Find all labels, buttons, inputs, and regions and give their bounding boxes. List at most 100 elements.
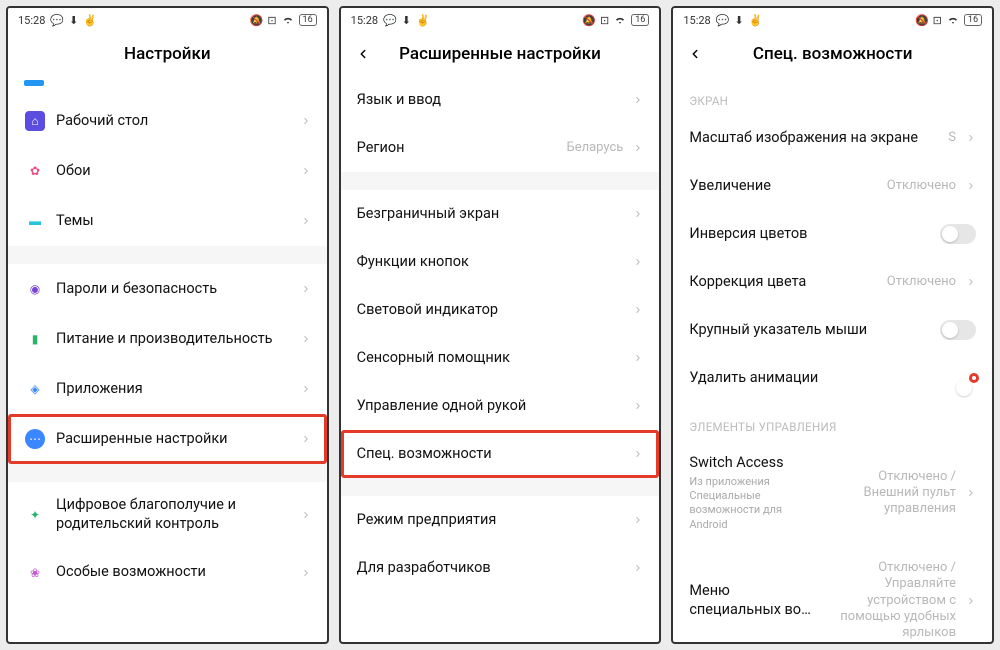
item-passwords[interactable]: ◉ Пароли и безопасность [8,264,327,314]
chevron-right-icon [633,143,643,153]
chevron-right-icon [633,305,643,315]
item-special-features[interactable]: ❀ Особые возможности [8,548,327,598]
download-icon: ⬇ [69,14,78,27]
section-controls: ЭЛЕМЕНТЫ УПРАВЛЕНИЯ [673,402,992,440]
chevron-right-icon [633,95,643,105]
chevron-right-icon [301,384,311,394]
chevron-right-icon [633,449,643,459]
item-onehand[interactable]: Управление одной рукой [341,382,660,430]
chevron-right-icon [966,133,976,143]
phone-screen-accessibility: 15:28 💬 ⬇ ✌ 🔕 ⊡ 16 Спец. возможности ЭКР… [671,6,994,644]
page-title: Спец. возможности [753,44,913,64]
box-icon: ⊡ [600,14,609,27]
chevron-right-icon [633,563,643,573]
magnify-value: Отключено [887,178,956,194]
chevron-right-icon [633,257,643,267]
item-developer[interactable]: Для разработчиков [341,544,660,592]
item-desktop[interactable]: ⌂ Рабочий стол [8,96,327,146]
chevron-right-icon [966,596,976,606]
chat-icon: 💬 [50,14,64,27]
wifi-icon [946,12,960,29]
item-switch-access[interactable]: Switch Access Из приложения Специальные … [673,440,992,546]
page-title: Расширенные настройки [399,44,601,64]
hand-icon: ✌ [416,14,430,27]
status-bar: 15:28 💬 ⬇ ✌ 🔕 ⊡ 16 [341,8,660,32]
flower-icon: ✿ [25,161,45,181]
scale-value: S [948,130,956,146]
item-display-scale[interactable]: Масштаб изображения на экране S [673,114,992,162]
phone-screen-settings: 15:28 💬 ⬇ ✌ 🔕 ⊡ 16 Настройки ⌂ Рабочий с… [6,6,329,644]
item-themes[interactable]: ▬ Темы [8,196,327,246]
section-screen: ЭКРАН [673,76,992,114]
status-time: 15:28 [351,14,378,27]
item-accessibility[interactable]: Спец. возможности [341,430,660,478]
item-advanced-settings[interactable]: ⋯ Расширенные настройки [8,414,327,464]
chevron-right-icon [301,284,311,294]
status-time: 15:28 [18,14,45,27]
item-wallpaper[interactable]: ✿ Обои [8,146,327,196]
item-digital-wellbeing[interactable]: ✦ Цифровое благополучие и родительский к… [8,482,327,548]
colorcorr-value: Отключено [887,274,956,290]
toggle-large-mouse[interactable] [940,320,976,340]
back-button[interactable] [349,40,377,68]
switchaccess-value: Отключено / Внешний пульт управления [826,469,956,518]
item-apps[interactable]: ◈ Приложения [8,364,327,414]
download-icon: ⬇ [402,14,411,27]
item-magnification[interactable]: Увеличение Отключено [673,162,992,210]
mute-icon: 🔕 [250,14,264,27]
highlight-box [972,376,976,380]
item-led[interactable]: Световой индикатор [341,286,660,334]
chevron-right-icon [301,166,311,176]
status-time: 15:28 [683,14,710,27]
status-bar: 15:28 💬 ⬇ ✌ 🔕 ⊡ 16 [673,8,992,32]
mute-icon: 🔕 [915,14,929,27]
battery-indicator: 16 [964,14,982,26]
item-enterprise[interactable]: Режим предприятия [341,496,660,544]
back-button[interactable] [681,40,709,68]
item-large-mouse[interactable]: Крупный указатель мыши [673,306,992,354]
page-header: Расширенные настройки [341,32,660,76]
item-color-correction[interactable]: Коррекция цвета Отключено [673,258,992,306]
wifi-icon [281,12,295,29]
item-power[interactable]: ▮ Питание и производительность [8,314,327,364]
chevron-right-icon [301,334,311,344]
chevron-right-icon [301,216,311,226]
accessibility-icon: ❀ [25,563,45,583]
item-language[interactable]: Язык и ввод [341,76,660,124]
item-fullscreen[interactable]: Безграничный экран [341,190,660,238]
toggle-inversion[interactable] [940,224,976,244]
box-icon: ⊡ [933,14,942,27]
wifi-icon [613,12,627,29]
chevron-right-icon [301,434,311,444]
region-value: Беларусь [567,140,624,156]
item-color-inversion[interactable]: Инверсия цветов [673,210,992,258]
download-icon: ⬇ [734,14,743,27]
chevron-right-icon [633,401,643,411]
chevron-right-icon [633,209,643,219]
item-touch-assistant[interactable]: Сенсорный помощник [341,334,660,382]
chevron-right-icon [633,515,643,525]
chevron-right-icon [633,353,643,363]
puzzle-icon: ✦ [25,505,45,525]
battery-indicator: 16 [299,14,317,26]
item-remove-animations[interactable]: Удалить анимации [673,354,992,402]
brush-icon: ▬ [25,211,45,231]
hand-icon: ✌ [749,14,763,27]
chevron-right-icon [301,510,311,520]
clipped-item [8,76,327,86]
battery-icon: ▮ [25,329,45,349]
house-icon: ⌂ [25,111,45,131]
item-buttons[interactable]: Функции кнопок [341,238,660,286]
chat-icon: 💬 [383,14,397,27]
item-region[interactable]: Регион Беларусь [341,124,660,172]
item-accessibility-menu[interactable]: Меню специальных во… Отключено / Управля… [673,546,992,642]
chevron-right-icon [966,181,976,191]
phone-screen-advanced: 15:28 💬 ⬇ ✌ 🔕 ⊡ 16 Расширенные настройки… [339,6,662,644]
dots-icon: ⋯ [25,429,45,449]
chevron-right-icon [301,116,311,126]
status-bar: 15:28 💬 ⬇ ✌ 🔕 ⊡ 16 [8,8,327,32]
chevron-right-icon [966,488,976,498]
fingerprint-icon: ◉ [25,279,45,299]
apps-icon: ◈ [25,379,45,399]
hand-icon: ✌ [83,14,97,27]
